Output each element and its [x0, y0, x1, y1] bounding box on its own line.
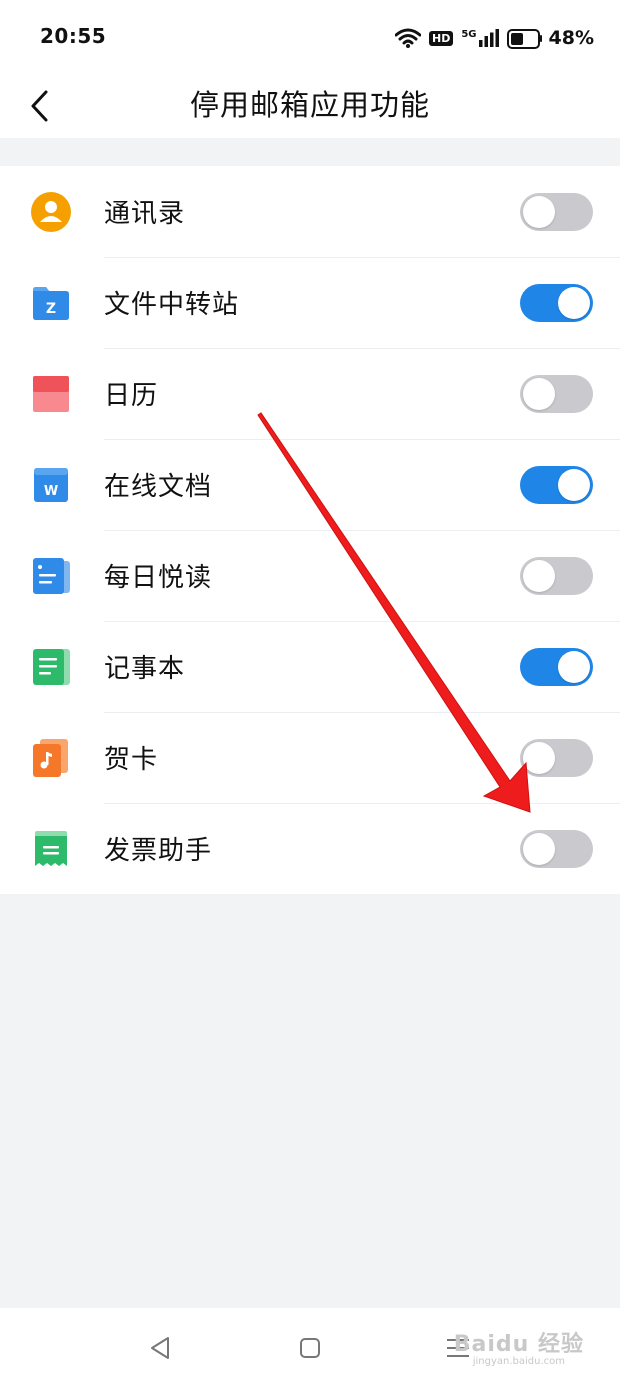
toggle-switch[interactable] — [520, 648, 593, 686]
item-label: 在线文档 — [104, 472, 213, 502]
toggle-knob — [558, 651, 590, 683]
item-label: 记事本 — [104, 654, 186, 684]
toggle-switch[interactable] — [520, 284, 593, 322]
toggle-knob — [523, 378, 555, 410]
item-label: 发票助手 — [104, 836, 213, 866]
toggle-switch[interactable] — [520, 466, 593, 504]
item-label: 通讯录 — [104, 199, 186, 229]
item-label: 贺卡 — [104, 745, 159, 775]
watermark-brand: Baidu 经验 — [453, 1332, 584, 1357]
nav-home-icon[interactable] — [296, 1334, 324, 1362]
toggle-knob — [558, 469, 590, 501]
contacts-icon — [31, 192, 71, 232]
battery-percent: 48% — [548, 27, 594, 49]
toggle-switch[interactable] — [520, 739, 593, 777]
list-item-invoice: 发票助手 — [0, 803, 620, 894]
watermark-url: jingyan.baidu.com — [472, 1356, 566, 1367]
toggle-knob — [523, 196, 555, 228]
system-nav-bar: Baidu 经验 jingyan.baidu.com — [0, 1308, 620, 1386]
page-title: 停用邮箱应用功能 — [189, 88, 430, 122]
item-label: 日历 — [104, 381, 159, 411]
status-time: 20:55 — [40, 24, 107, 48]
file-transfer-icon: Z — [33, 287, 69, 320]
online-doc-icon: W — [34, 468, 68, 502]
wifi-icon — [395, 28, 421, 48]
notepad-icon — [33, 649, 70, 685]
list-item-file-transfer: Z 文件中转站 — [0, 257, 620, 348]
list-item-daily-reading: 每日悦读 — [0, 530, 620, 621]
header-bar: 停用邮箱应用功能 — [0, 68, 620, 138]
toggle-switch[interactable] — [520, 557, 593, 595]
toggle-switch[interactable] — [520, 375, 593, 413]
list-item-online-doc: W 在线文档 — [0, 439, 620, 530]
nav-back-icon[interactable] — [146, 1334, 174, 1362]
toggle-knob — [523, 833, 555, 865]
list-item-notepad: 记事本 — [0, 621, 620, 712]
item-label: 每日悦读 — [104, 563, 213, 593]
network-type: 5G — [461, 29, 477, 40]
status-bar: 20:55 HD 5G 48% — [0, 0, 620, 68]
status-icons: HD 5G 48% — [395, 22, 594, 54]
toggle-knob — [523, 560, 555, 592]
signal-5g-icon: 5G — [461, 29, 499, 47]
greeting-card-icon — [33, 739, 68, 777]
baidu-watermark: Baidu 经验 jingyan.baidu.com — [454, 1326, 584, 1367]
list-item-calendar: 日历 — [0, 348, 620, 439]
daily-reading-icon — [33, 558, 70, 594]
list-item-greeting-card: 贺卡 — [0, 712, 620, 803]
invoice-icon — [35, 831, 67, 866]
battery-icon — [506, 29, 542, 49]
icon-letter: Z — [46, 301, 56, 317]
toggle-switch[interactable] — [520, 193, 593, 231]
feature-list: 通讯录 Z 文件中转站 日历 W 在线文档 每日悦读 记事本 贺卡 发票助手 — [0, 166, 620, 894]
toggle-knob — [558, 287, 590, 319]
calendar-icon — [33, 376, 69, 412]
hd-badge: HD — [429, 30, 454, 46]
toggle-knob — [523, 742, 555, 774]
item-label: 文件中转站 — [104, 290, 240, 320]
list-item-contacts: 通讯录 — [0, 166, 620, 257]
icon-letter: W — [44, 484, 58, 499]
toggle-switch[interactable] — [520, 830, 593, 868]
